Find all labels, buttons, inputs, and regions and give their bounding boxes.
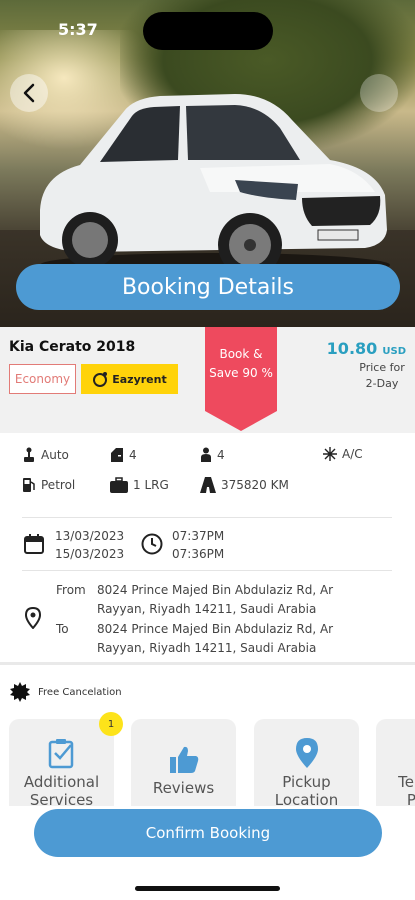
divider — [22, 570, 392, 571]
reviews-card[interactable]: Reviews — [131, 719, 236, 806]
booking-times: 07:37PM 07:36PM — [172, 527, 224, 563]
divider — [22, 517, 392, 518]
pickup-time: 07:37PM — [172, 529, 225, 543]
spec-mileage: 375820 KM — [200, 477, 289, 493]
dynamic-island — [143, 12, 273, 50]
additional-services-card[interactable]: Additional Services — [9, 719, 114, 806]
return-time: 07:36PM — [172, 547, 225, 561]
section-separator — [0, 662, 415, 665]
calendar-icon — [24, 534, 44, 554]
back-button[interactable] — [10, 74, 48, 112]
free-cancelation: Free Cancelation — [10, 682, 122, 702]
pickup-location-card[interactable]: Pickup Location — [254, 719, 359, 806]
provider-logo-icon — [93, 372, 108, 387]
favorite-button[interactable] — [360, 74, 398, 112]
gear-shift-icon — [24, 447, 34, 462]
map-pin-icon — [295, 738, 318, 768]
spec-fuel: Petrol — [22, 477, 75, 493]
car-summary: Kia Cerato 2018 Economy Eazyrent Book & … — [0, 327, 415, 433]
category-tag: Economy — [9, 364, 76, 394]
free-cancelation-label: Free Cancelation — [38, 686, 122, 698]
to-address: 8024 Prince Majed Bin Abdulaziz Rd, Ar R… — [97, 622, 334, 655]
return-date: 15/03/2023 — [55, 547, 125, 561]
spec-doors: 4 — [110, 447, 137, 463]
road-icon — [200, 477, 216, 493]
price-currency: USD — [382, 346, 406, 357]
terms-label: Terms & Policy — [398, 773, 415, 806]
reviews-label: Reviews — [152, 779, 215, 797]
location-pin-icon — [25, 607, 41, 629]
car-name: Kia Cerato 2018 — [9, 339, 136, 355]
home-indicator — [135, 886, 280, 891]
confirm-booking-button[interactable]: Confirm Booking — [34, 809, 382, 857]
booking-dates: 13/03/2023 15/03/2023 — [55, 527, 124, 563]
price-note: Price for 2-Day — [359, 361, 405, 390]
suitcase-icon — [110, 477, 128, 493]
spec-ac: A/C — [323, 447, 363, 461]
promo-text: Book & Save 90 % — [209, 347, 273, 380]
options-carousel[interactable]: Additional Services Reviews Pickup Locat… — [0, 719, 415, 806]
provider-name: Eazyrent — [112, 372, 167, 386]
snowflake-icon — [323, 447, 337, 461]
chevron-left-icon — [23, 83, 35, 103]
provider-logo: Eazyrent — [81, 364, 178, 394]
booking-details-screen: 5:37 Booking Details Kia Cerato 2018 Eco… — [0, 0, 415, 900]
spec-transmission: Auto — [22, 447, 69, 463]
clipboard-check-icon — [48, 739, 73, 769]
price-block: 10.80 USD Price for 2-Day — [327, 339, 406, 392]
spec-luggage: 1 LRG — [110, 477, 169, 493]
pickup-location-label: Pickup Location — [274, 773, 339, 806]
to-label: To — [56, 622, 69, 636]
promo-ribbon: Book & Save 90 % — [205, 327, 277, 431]
bottom-bar: Confirm Booking — [0, 806, 415, 900]
fuel-pump-icon — [23, 478, 35, 492]
terms-card[interactable]: Terms & Policy — [376, 719, 415, 806]
person-icon — [201, 447, 211, 462]
car-door-icon — [111, 448, 123, 462]
badge-star-icon — [10, 682, 30, 702]
thumbs-up-icon — [169, 746, 198, 773]
booking-details-title: Booking Details — [16, 264, 400, 310]
spec-seats: 4 — [200, 447, 225, 463]
pickup-date: 13/03/2023 — [55, 529, 125, 543]
car-image — [40, 94, 390, 277]
from-label: From — [56, 583, 86, 597]
from-address: 8024 Prince Majed Bin Abdulaziz Rd, Ar R… — [97, 583, 334, 616]
additional-services-label: Additional Services — [23, 773, 100, 806]
price-value: 10.80 — [326, 339, 378, 358]
clock-icon — [141, 533, 163, 555]
status-time: 5:37 — [58, 20, 98, 39]
additional-services-badge: 1 — [99, 712, 123, 736]
